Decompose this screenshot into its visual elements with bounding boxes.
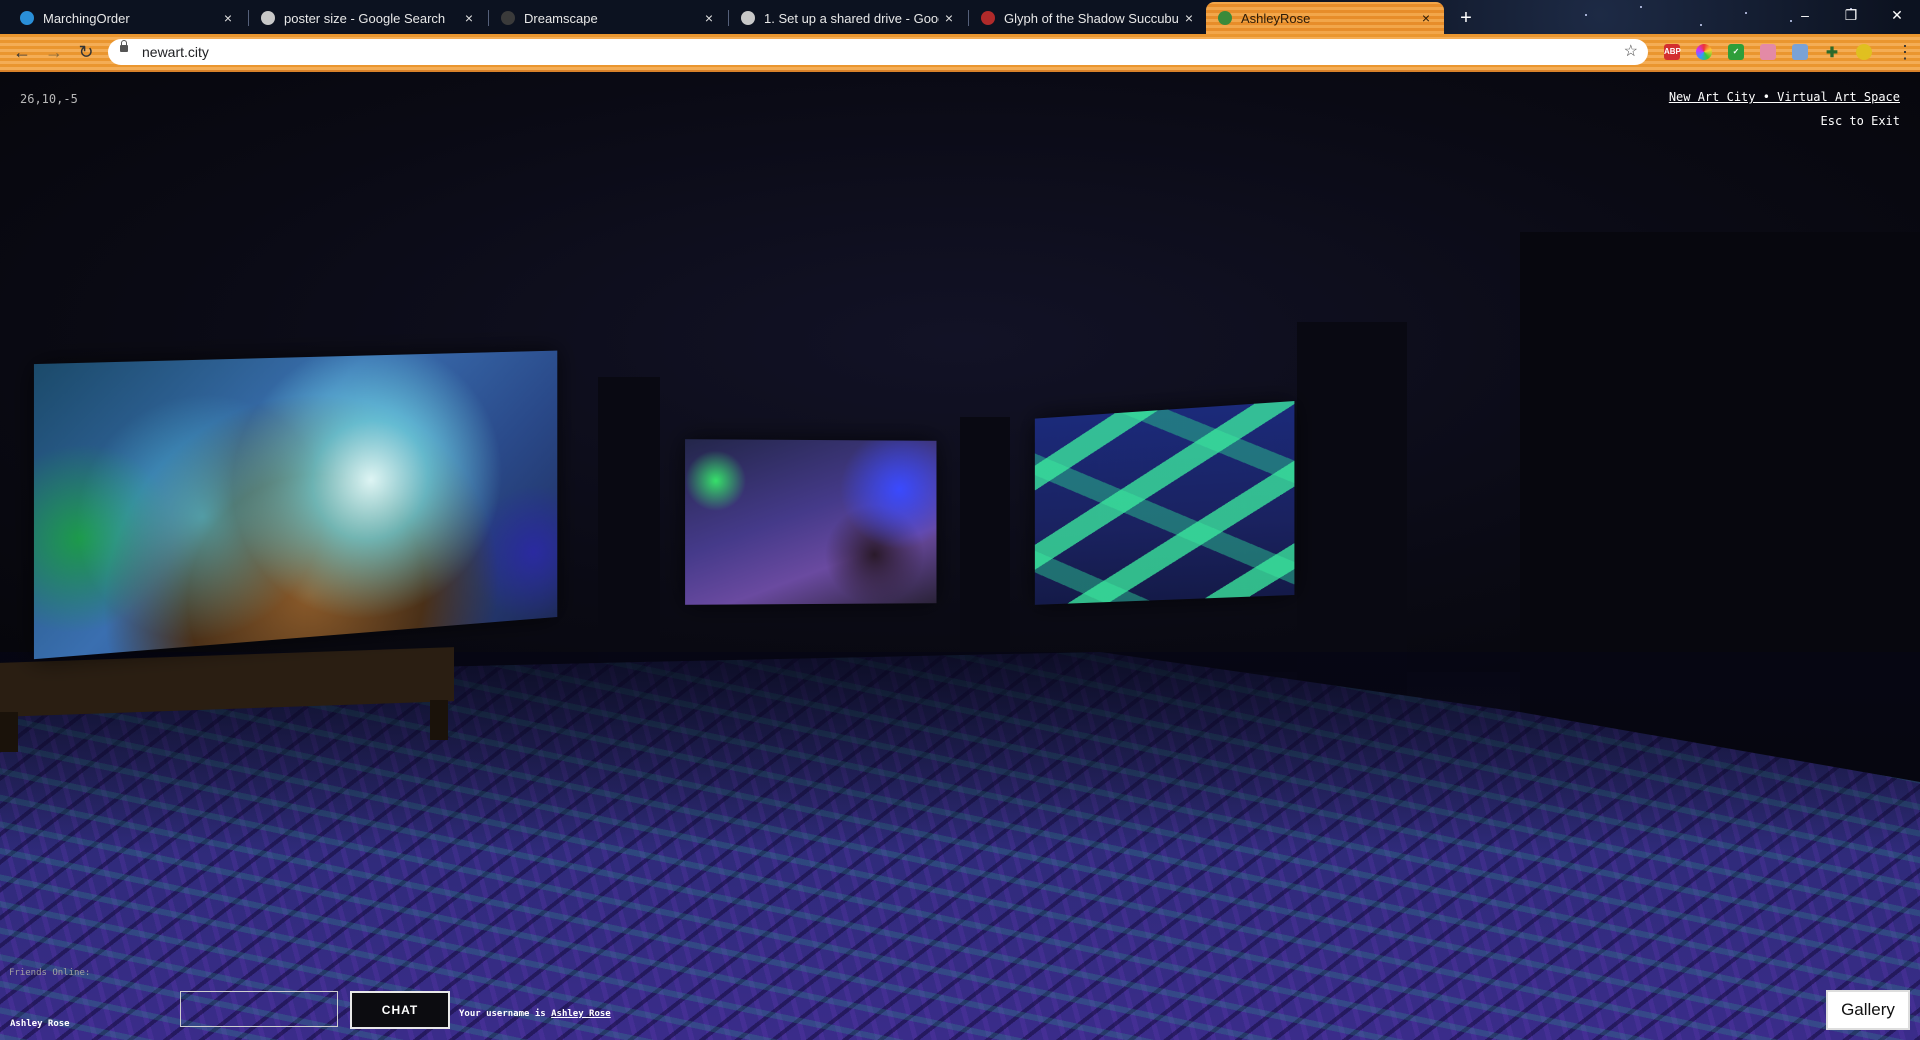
google-favicon-icon xyxy=(741,11,755,25)
pink-extension-icon[interactable] xyxy=(1760,44,1776,60)
username-line: Your username is Ashley Rose xyxy=(459,1009,611,1019)
tab-poster-size[interactable]: poster size - Google Search × xyxy=(249,2,487,34)
close-window-icon[interactable]: ✕ xyxy=(1874,2,1920,28)
tab-close-icon[interactable]: × xyxy=(1416,10,1436,26)
friend-list-item: Ashley Rose xyxy=(10,1019,70,1029)
back-arrow-icon[interactable]: ← xyxy=(10,40,34,64)
exit-hint: Esc to Exit xyxy=(1821,114,1900,128)
tab-close-icon[interactable]: × xyxy=(939,10,959,26)
checkmark-extension-icon[interactable]: ✓ xyxy=(1728,44,1744,60)
tab-ashleyrose[interactable]: AshleyRose × xyxy=(1206,2,1444,34)
tab-close-icon[interactable]: × xyxy=(1179,10,1199,26)
tab-title: Dreamscape xyxy=(524,11,699,26)
profile-avatar-icon[interactable] xyxy=(1856,44,1872,60)
tab-close-icon[interactable]: × xyxy=(218,10,238,26)
google-favicon-icon xyxy=(261,11,275,25)
address-url[interactable]: newart.city xyxy=(142,39,209,65)
username-link[interactable]: Ashley Rose xyxy=(551,1009,611,1019)
artwork-right[interactable] xyxy=(1035,401,1295,605)
tab-title: Glyph of the Shadow Succubus - xyxy=(1004,11,1179,26)
tab-dreamscape[interactable]: Dreamscape × xyxy=(489,2,727,34)
tab-title: poster size - Google Search xyxy=(284,11,459,26)
gallery-button[interactable]: Gallery xyxy=(1826,990,1910,1030)
restore-window-icon[interactable]: ❐ xyxy=(1828,2,1874,28)
color-wheel-extension-icon[interactable] xyxy=(1696,44,1712,60)
tab-title: AshleyRose xyxy=(1241,11,1416,26)
tab-glyph-shadow-succubus[interactable]: Glyph of the Shadow Succubus - × xyxy=(969,2,1207,34)
artwork-center[interactable] xyxy=(685,439,936,605)
chat-input[interactable] xyxy=(180,991,338,1027)
adblock-extension-icon[interactable]: ABP xyxy=(1664,44,1680,60)
tab-favicon-icon xyxy=(20,11,34,25)
tab-close-icon[interactable]: × xyxy=(699,10,719,26)
artwork-left[interactable] xyxy=(34,351,557,660)
address-bar[interactable]: newart.city ☆ xyxy=(108,39,1648,65)
bench-leg xyxy=(0,712,18,752)
friends-online-label: Friends Online: xyxy=(9,968,90,978)
tab-marchingorder[interactable]: MarchingOrder × xyxy=(8,2,246,34)
tab-shared-drive[interactable]: 1. Set up a shared drive - Google × xyxy=(729,2,967,34)
tab-favicon-icon xyxy=(981,11,995,25)
calendar-extension-icon[interactable] xyxy=(1792,44,1808,60)
background-star xyxy=(1585,14,1587,16)
tab-favicon-icon xyxy=(501,11,515,25)
new-tab-button[interactable]: + xyxy=(1454,6,1478,30)
tab-title: 1. Set up a shared drive - Google xyxy=(764,11,939,26)
background-star xyxy=(1745,12,1747,14)
chat-button[interactable]: CHAT xyxy=(350,991,450,1029)
browser-tab-strip: MarchingOrder × poster size - Google Sea… xyxy=(0,0,1920,34)
wall-pillar xyxy=(960,417,1010,657)
bench-leg xyxy=(430,700,448,740)
browser-menu-icon[interactable]: ⋮ xyxy=(1896,40,1912,64)
username-prefix: Your username is xyxy=(459,1009,551,1019)
reload-icon[interactable]: ↻ xyxy=(74,40,98,64)
tab-close-icon[interactable]: × xyxy=(459,10,479,26)
bookmark-star-icon[interactable]: ☆ xyxy=(1624,39,1638,65)
puzzle-extension-icon[interactable]: ✚ xyxy=(1824,44,1840,60)
tab-title: MarchingOrder xyxy=(43,11,218,26)
browser-toolbar: ← → ↻ newart.city ☆ ABP ✓ ✚ ⋮ xyxy=(0,34,1920,70)
gallery-3d-viewport[interactable] xyxy=(0,72,1920,1040)
forward-arrow-icon[interactable]: → xyxy=(42,40,66,64)
wall-pillar xyxy=(598,377,660,667)
minimize-window-icon[interactable]: – xyxy=(1782,2,1828,28)
background-star xyxy=(1640,6,1642,8)
background-star xyxy=(1700,24,1702,26)
new-art-city-link[interactable]: New Art City • Virtual Art Space xyxy=(1669,90,1900,104)
lock-icon xyxy=(120,45,128,52)
tab-favicon-icon xyxy=(1218,11,1232,25)
position-coordinates: 26,10,-5 xyxy=(20,92,78,106)
